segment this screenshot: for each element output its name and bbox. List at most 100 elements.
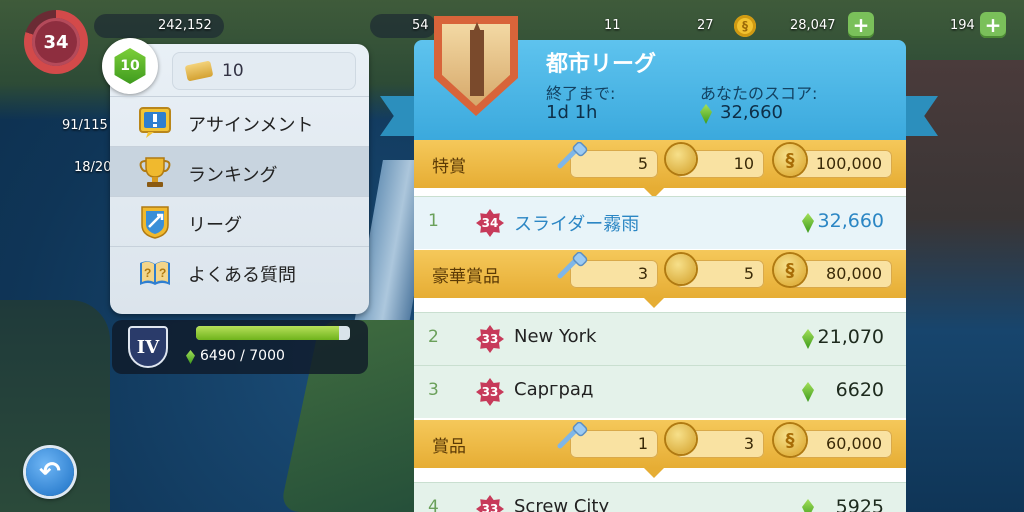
tier-progress-separator: / bbox=[240, 348, 245, 364]
league-shield-icon bbox=[141, 206, 169, 239]
player-name: Screw City bbox=[514, 496, 610, 512]
golden-key-icon bbox=[557, 142, 588, 169]
prize-tier-label: 豪華賞品 bbox=[432, 267, 500, 287]
rank-number: 3 bbox=[428, 380, 439, 400]
tier-progress-current: 6490 bbox=[200, 348, 236, 364]
menu-item-faq[interactable]: ? ? よくある質問 bbox=[110, 246, 369, 297]
ranking-row-self[interactable]: 1 34 スライダー霧雨 32,660 bbox=[414, 196, 906, 249]
faq-book-icon: ? ? bbox=[140, 261, 170, 285]
gem-icon bbox=[186, 350, 195, 364]
league-tier-level: 10 bbox=[114, 48, 146, 84]
trophy-icon bbox=[139, 157, 171, 187]
tier-progress-bar bbox=[196, 326, 350, 340]
simoleon-icon: § bbox=[734, 15, 756, 37]
menu-item-league[interactable]: リーグ bbox=[110, 196, 369, 247]
ranking-list[interactable]: 特賞 5 10 100,000 § 1 34 スライダー霧雨 32,660 豪華… bbox=[414, 140, 906, 512]
prize-tier-label: 賞品 bbox=[432, 437, 466, 457]
player-score: 32,660 bbox=[817, 210, 884, 232]
stat-a-text: 91/115 bbox=[62, 118, 108, 133]
menu-item-assignment[interactable]: アサインメント bbox=[110, 96, 369, 147]
prize-stopwatch-value: 10 bbox=[733, 154, 754, 173]
player-level-text: 34 bbox=[32, 18, 80, 66]
prize-tier-regular: 賞品 1 3 60,000 § bbox=[414, 420, 906, 468]
menu-header: 10 10 bbox=[102, 38, 369, 96]
ticket-icon bbox=[184, 60, 214, 82]
ranking-row[interactable]: 4 33 Screw City 5925 bbox=[414, 482, 906, 512]
golden-key-icon bbox=[557, 252, 588, 279]
gem-icon bbox=[802, 213, 814, 233]
gem-icon bbox=[802, 329, 814, 349]
ranking-row[interactable]: 2 33 New York 21,070 bbox=[414, 312, 906, 365]
ends-label: 終了まで: bbox=[546, 84, 616, 103]
player-level-ring[interactable]: 34 bbox=[24, 10, 88, 74]
prize-coins-value: 60,000 bbox=[826, 434, 882, 453]
player-level-badge: 34 bbox=[476, 209, 504, 237]
menu-item-label: アサインメント bbox=[188, 115, 314, 136]
prize-tier-deluxe: 豪華賞品 3 5 80,000 § bbox=[414, 250, 906, 298]
player-level-badge: 33 bbox=[476, 378, 504, 406]
player-name: New York bbox=[514, 326, 597, 347]
cash-partial-text: 54 bbox=[412, 18, 429, 33]
prize-tier-grand: 特賞 5 10 100,000 § bbox=[414, 140, 906, 188]
add-simoleons-button[interactable]: + bbox=[848, 12, 874, 38]
simoleon-coin-icon: § bbox=[774, 254, 806, 286]
league-title: 都市リーグ bbox=[546, 52, 657, 77]
simoleon-coin-icon: § bbox=[774, 144, 806, 176]
prize-keys-value: 3 bbox=[637, 264, 648, 283]
keys-text: 27 bbox=[697, 18, 714, 33]
player-level-badge: 33 bbox=[476, 325, 504, 353]
tier-progress-max: 7000 bbox=[249, 348, 285, 364]
add-simcash-button[interactable]: + bbox=[980, 12, 1006, 38]
back-arrow-icon: ↶ bbox=[39, 457, 61, 487]
score-label: あなたのスコア: bbox=[700, 84, 818, 103]
golden-keys-text: 11 bbox=[604, 18, 621, 33]
rank-number: 4 bbox=[428, 497, 439, 512]
ticket-count: 10 bbox=[222, 61, 244, 81]
rank-number: 2 bbox=[428, 327, 439, 347]
side-menu: 10 10 アサインメント ランキング リーグ ? ? よくある質問 bbox=[102, 38, 369, 314]
stat-b-text: 18/20 bbox=[74, 160, 112, 175]
stopwatch-icon bbox=[666, 424, 696, 454]
menu-item-label: リーグ bbox=[188, 215, 242, 236]
tier-progress-panel: IV 6490 / 7000 bbox=[112, 320, 368, 374]
simoleons-text: 28,047 bbox=[790, 18, 836, 33]
tier-badge: IV bbox=[128, 326, 168, 368]
tier-progress-text: 6490 / 7000 bbox=[200, 348, 285, 364]
prize-keys-value: 5 bbox=[637, 154, 648, 173]
population-text: 242,152 bbox=[158, 18, 212, 33]
golden-key-icon bbox=[557, 422, 588, 449]
score-value: 32,660 bbox=[720, 102, 783, 123]
simcash-text: 194 bbox=[950, 18, 975, 33]
prize-coins-value: 100,000 bbox=[815, 154, 882, 173]
gem-icon bbox=[802, 382, 814, 402]
svg-text:?: ? bbox=[159, 266, 166, 280]
prize-coins-value: 80,000 bbox=[826, 264, 882, 283]
gem-icon bbox=[802, 499, 814, 512]
ranking-row[interactable]: 3 33 Сарград 6620 bbox=[414, 365, 906, 418]
player-level-badge: 33 bbox=[476, 495, 504, 512]
prize-stopwatch-value: 5 bbox=[743, 264, 754, 283]
menu-item-label: よくある質問 bbox=[188, 265, 296, 286]
stopwatch-icon bbox=[666, 254, 696, 284]
assignment-icon bbox=[139, 107, 171, 138]
menu-item-ranking[interactable]: ランキング bbox=[110, 146, 369, 197]
prize-keys-value: 1 bbox=[637, 434, 648, 453]
prize-stopwatch-value: 3 bbox=[743, 434, 754, 453]
stopwatch-icon bbox=[666, 144, 696, 174]
league-tier-badge: 10 bbox=[102, 38, 158, 94]
player-name: スライダー霧雨 bbox=[514, 214, 640, 235]
clock-tower-icon bbox=[470, 30, 484, 96]
ticket-counter: 10 bbox=[172, 52, 356, 90]
tier-progress-fill bbox=[196, 326, 339, 340]
svg-text:?: ? bbox=[144, 266, 151, 280]
simoleon-coin-icon: § bbox=[774, 424, 806, 456]
menu-item-label: ランキング bbox=[188, 165, 278, 186]
rank-number: 1 bbox=[428, 211, 439, 231]
back-button[interactable]: ↶ bbox=[26, 448, 74, 496]
ends-value: 1d 1h bbox=[546, 102, 598, 123]
prize-tier-label: 特賞 bbox=[432, 157, 466, 177]
player-score: 5925 bbox=[835, 496, 884, 512]
player-score: 6620 bbox=[835, 379, 884, 401]
player-name: Сарград bbox=[514, 379, 594, 400]
player-score: 21,070 bbox=[817, 326, 884, 348]
